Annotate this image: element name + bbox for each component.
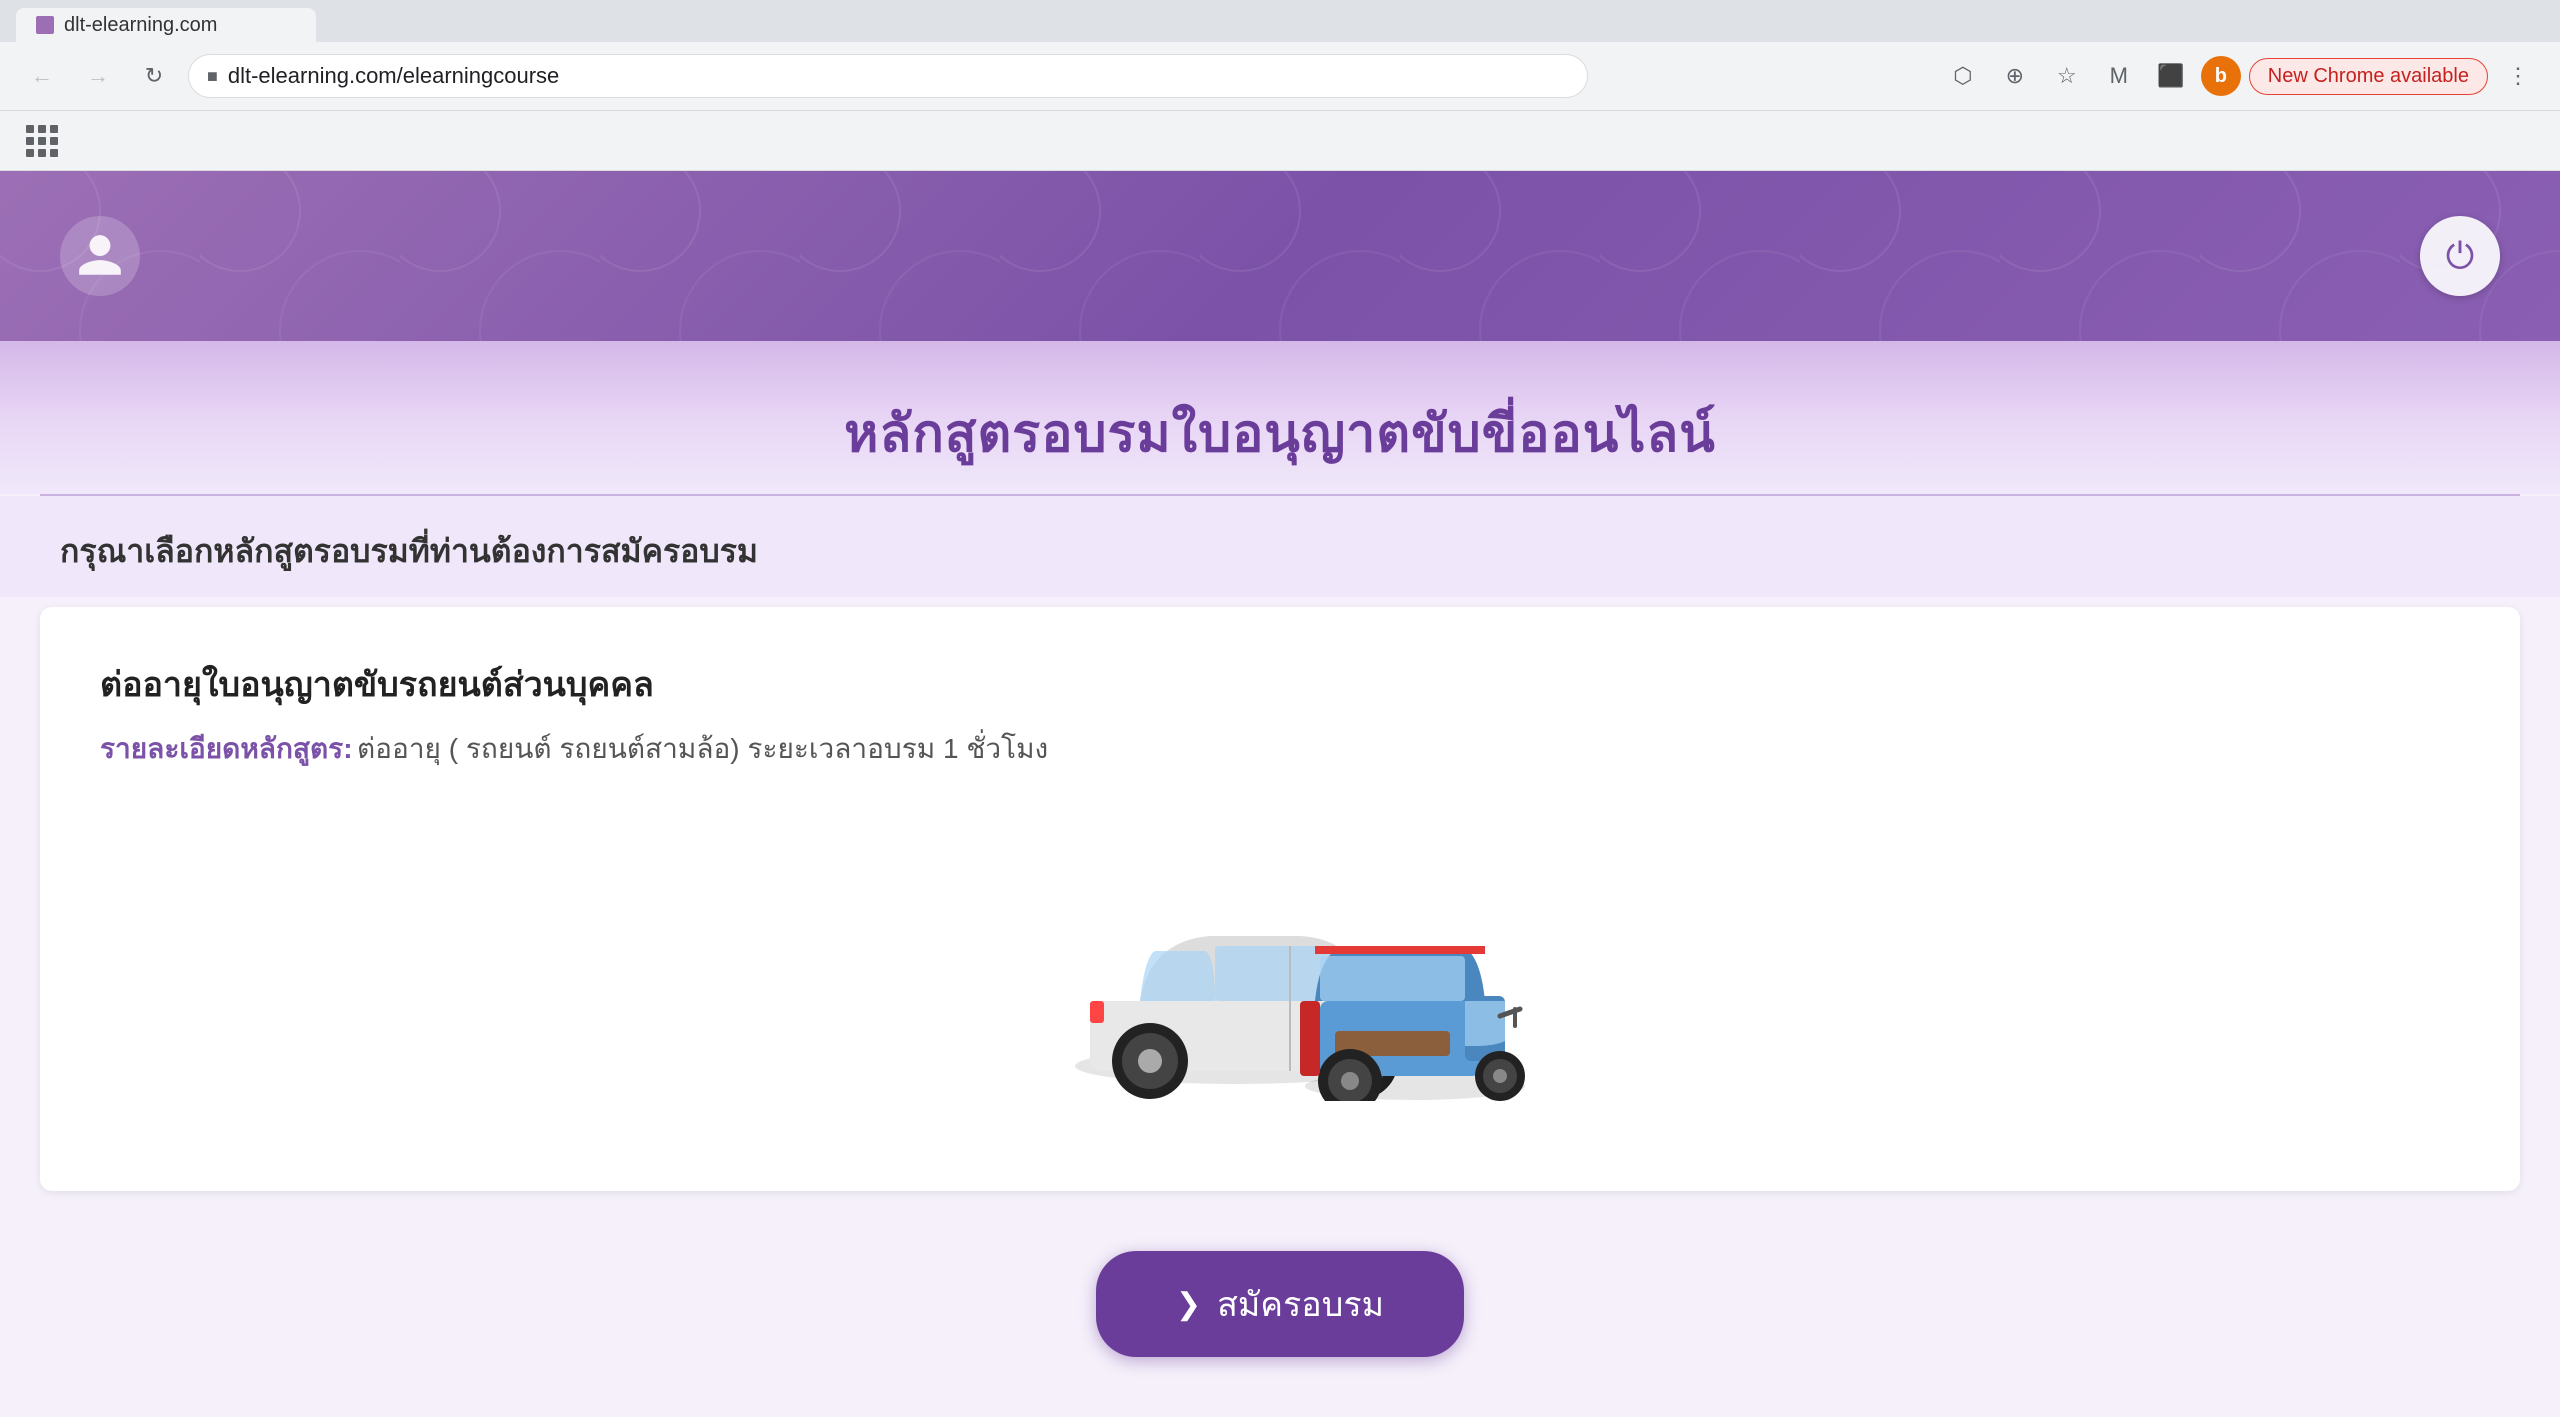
address-bar[interactable]: ■ dlt-elearning.com/elearningcourse bbox=[188, 54, 1588, 98]
course-image bbox=[100, 811, 2460, 1111]
apps-bar bbox=[0, 110, 2560, 170]
toolbar-actions: ⬡ ⊕ ☆ M ⬛ b New Chrome available ⋮ bbox=[1941, 54, 2540, 98]
apps-grid-icon bbox=[26, 125, 58, 157]
page-content: ⏻ หลักสูตรอบรมใบอนุญาตขับขี่ออนไลน์ กรุณ… bbox=[0, 171, 2560, 1417]
tab-title: dlt-elearning.com bbox=[64, 14, 217, 37]
menu-button[interactable]: ⋮ bbox=[2496, 54, 2540, 98]
lock-icon: ■ bbox=[207, 66, 218, 87]
course-title: ต่ออายุใบอนุญาตขับรถยนต์ส่วนบุคคล bbox=[100, 657, 2460, 711]
apps-grid-button[interactable] bbox=[20, 119, 64, 163]
chevron-right-icon: ❯ bbox=[1176, 1287, 1201, 1322]
extensions-icon[interactable]: ⬛ bbox=[2149, 54, 2193, 98]
course-detail: รายละเอียดหลักสูตร: ต่ออายุ ( รถยนต์ รถย… bbox=[100, 727, 2460, 771]
page-title: หลักสูตรอบรมใบอนุญาตขับขี่ออนไลน์ bbox=[0, 391, 2560, 474]
user-avatar bbox=[60, 216, 140, 296]
register-button-label: สมัครอบรม bbox=[1217, 1277, 1384, 1331]
profile-button[interactable]: b bbox=[2201, 56, 2241, 96]
browser-chrome: dlt-elearning.com ← → ↻ ■ dlt-elearning.… bbox=[0, 0, 2560, 171]
new-chrome-button[interactable]: New Chrome available bbox=[2249, 58, 2488, 95]
tab-bar: dlt-elearning.com bbox=[0, 0, 2560, 42]
url-text: dlt-elearning.com/elearningcourse bbox=[228, 63, 1569, 89]
browser-toolbar: ← → ↻ ■ dlt-elearning.com/elearningcours… bbox=[0, 42, 2560, 110]
translate-icon[interactable]: ⊕ bbox=[1993, 54, 2037, 98]
tab-favicon bbox=[36, 16, 54, 34]
course-detail-label: รายละเอียดหลักสูตร: bbox=[100, 733, 353, 764]
subtitle-text: กรุณาเลือกหลักสูตรอบรมที่ท่านต้องการสมัค… bbox=[60, 526, 2500, 577]
course-card: ต่ออายุใบอนุญาตขับรถยนต์ส่วนบุคคล รายละเ… bbox=[40, 607, 2520, 1191]
subtitle-section: กรุณาเลือกหลักสูตรอบรมที่ท่านต้องการสมัค… bbox=[0, 496, 2560, 597]
user-icon bbox=[75, 231, 125, 281]
gmail-icon[interactable]: M bbox=[2097, 54, 2141, 98]
cast-icon[interactable]: ⬡ bbox=[1941, 54, 1985, 98]
site-header: ⏻ bbox=[0, 171, 2560, 341]
course-detail-text: ต่ออายุ ( รถยนต์ รถยนต์สามล้อ) ระยะเวลาอ… bbox=[357, 733, 1048, 764]
active-tab[interactable]: dlt-elearning.com bbox=[16, 8, 316, 42]
bookmark-icon[interactable]: ☆ bbox=[2045, 54, 2089, 98]
power-icon: ⏻ bbox=[2446, 235, 2474, 278]
page-title-section: หลักสูตรอบรมใบอนุญาตขับขี่ออนไลน์ bbox=[0, 341, 2560, 494]
register-button-section: ❯ สมัครอบรม bbox=[0, 1231, 2560, 1417]
register-button[interactable]: ❯ สมัครอบรม bbox=[1096, 1251, 1464, 1357]
back-button[interactable]: ← bbox=[20, 54, 64, 98]
forward-button[interactable]: → bbox=[76, 54, 120, 98]
power-button[interactable]: ⏻ bbox=[2420, 216, 2500, 296]
vehicle-illustration bbox=[1020, 821, 1540, 1101]
reload-button[interactable]: ↻ bbox=[132, 54, 176, 98]
